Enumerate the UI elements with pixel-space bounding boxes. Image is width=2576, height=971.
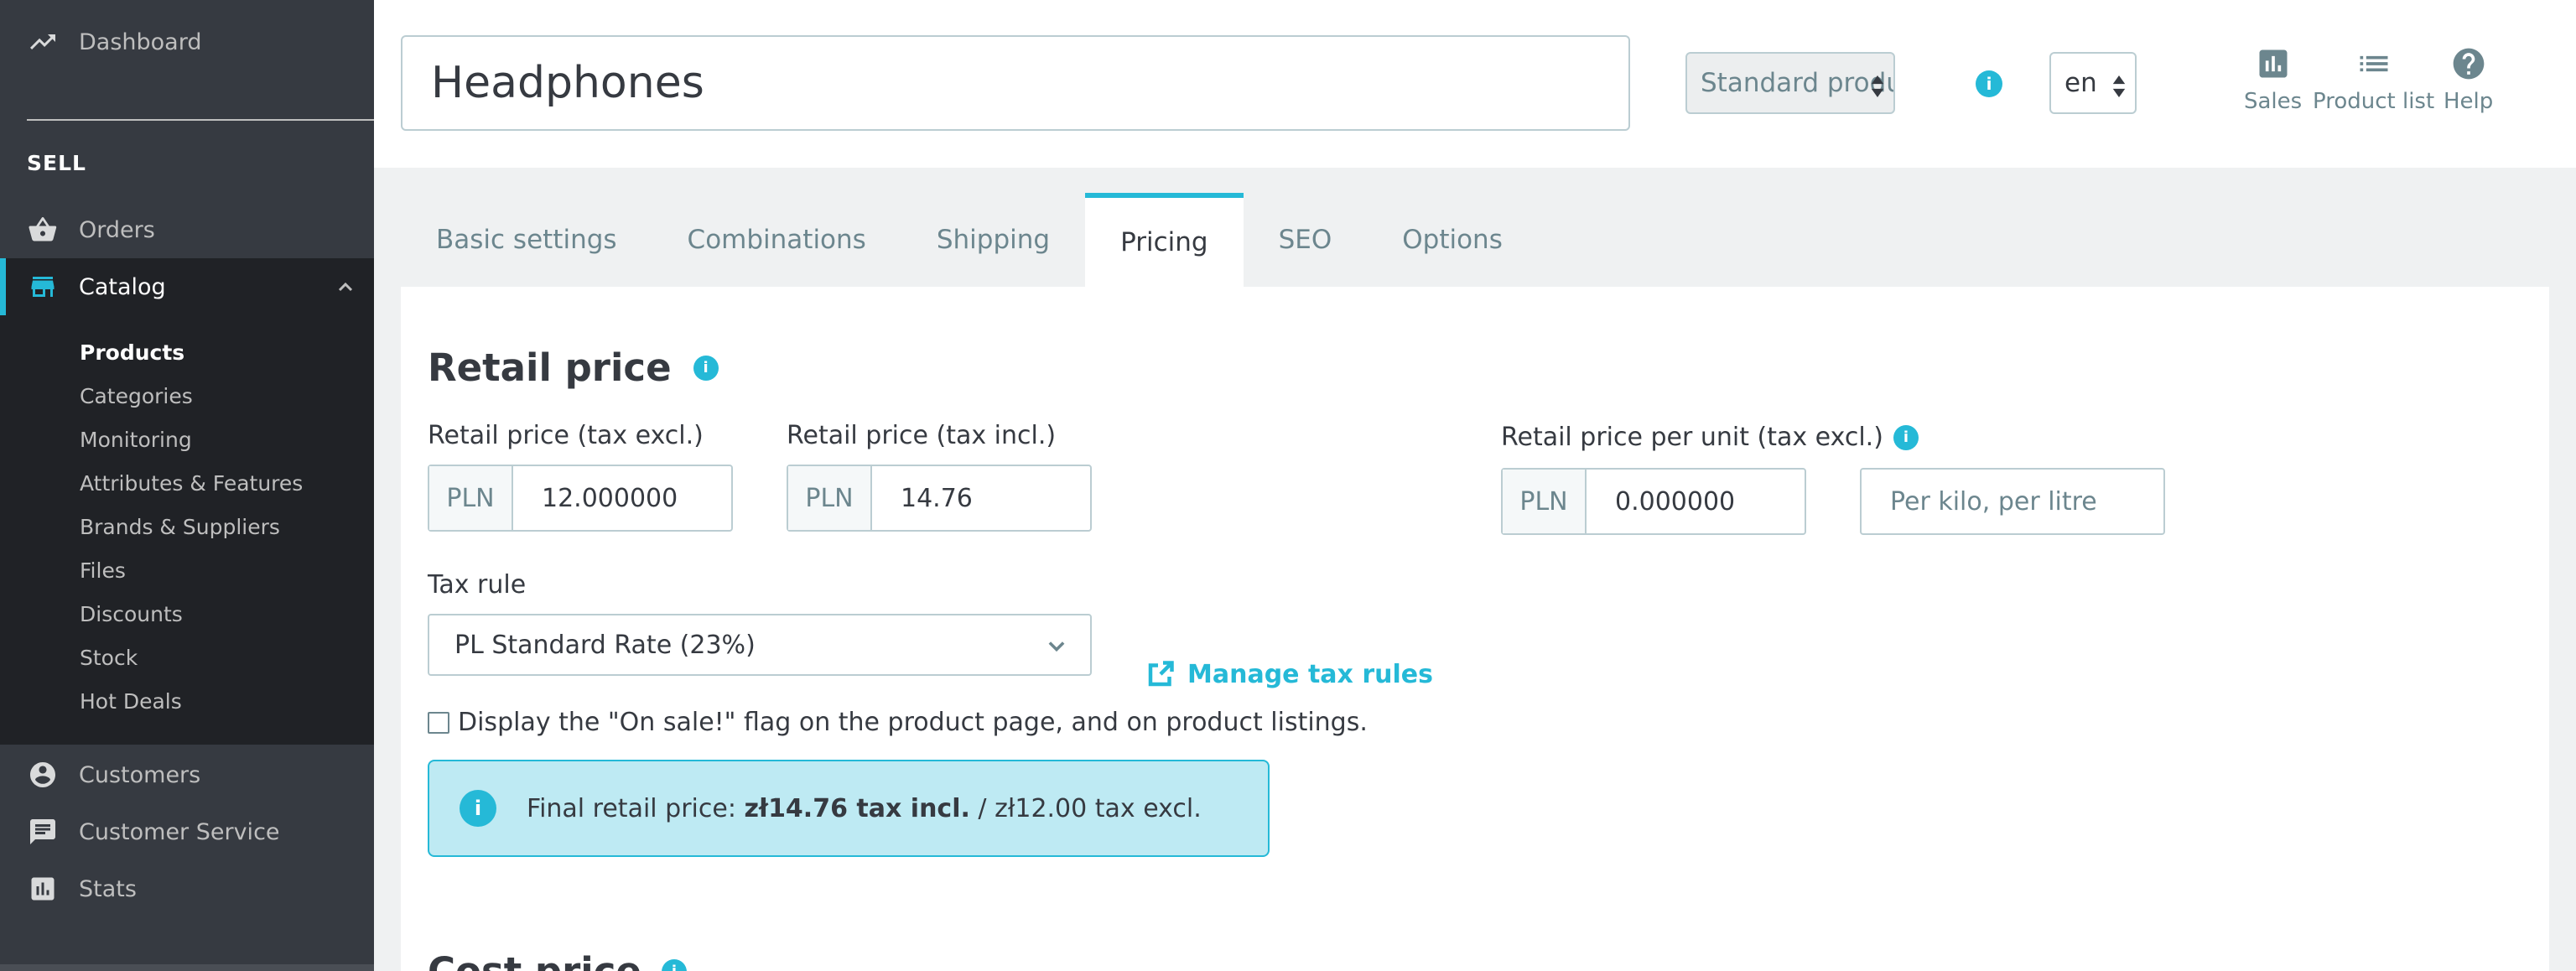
on-sale-checkbox-row[interactable]: Display the "On sale!" flag on the produ… [428, 708, 1368, 737]
final-price-excl: zł12.00 tax excl. [995, 793, 1202, 823]
sidebar-item-customer-service[interactable]: Customer Service [0, 810, 374, 854]
tab-options[interactable]: Options [1367, 193, 1538, 287]
tax-excl-input[interactable]: 12.000000 [513, 466, 731, 530]
sidebar-item-label: Orders [79, 216, 155, 243]
list-icon [2355, 45, 2392, 82]
product-tabs: Basic settings Combinations Shipping Pri… [401, 193, 1538, 287]
submenu-item-discounts[interactable]: Discounts [80, 602, 183, 626]
unit-input[interactable]: Per kilo, per litre [1860, 468, 2165, 535]
currency-addon: PLN [1503, 470, 1587, 533]
currency-addon: PLN [429, 466, 513, 530]
retail-price-heading: Retail price i [428, 345, 719, 390]
sidebar-item-catalog[interactable]: Catalog [0, 258, 374, 315]
sidebar-item-customers[interactable]: Customers [0, 753, 374, 797]
trending-up-icon [27, 26, 59, 58]
sidebar-item-label: Customers [79, 761, 201, 788]
info-icon[interactable]: i [1893, 424, 1919, 450]
per-unit-input[interactable]: 0.000000 [1587, 470, 1805, 533]
manage-tax-rules-label: Manage tax rules [1187, 659, 1433, 689]
cost-price-heading: Cost price i [428, 949, 687, 971]
select-arrows-icon [2111, 74, 2127, 104]
product-name-input[interactable]: Headphones [401, 35, 1630, 131]
account-circle-icon [27, 759, 59, 791]
sidebar-divider [27, 119, 374, 121]
per-unit-input-group[interactable]: PLN 0.000000 [1501, 468, 1806, 535]
external-link-icon [1148, 661, 1174, 687]
product-type-info-icon[interactable]: i [1976, 70, 2002, 97]
product-type-select[interactable]: Standard product [1685, 52, 1895, 114]
tax-rule-select[interactable]: PL Standard Rate (23%) [428, 614, 1092, 676]
tab-basic-settings[interactable]: Basic settings [401, 193, 652, 287]
sidebar-item-stats[interactable]: Stats [0, 867, 374, 911]
per-unit-label-row: Retail price per unit (tax excl.) i [1501, 423, 1919, 452]
cost-price-title: Cost price [428, 949, 641, 971]
submenu-item-monitoring[interactable]: Monitoring [80, 428, 192, 452]
pricing-panel: Retail price i Retail price (tax excl.) … [401, 287, 2549, 971]
bar-chart-icon [27, 873, 59, 905]
active-indicator [0, 258, 6, 315]
sidebar-item-label: Catalog [79, 273, 166, 300]
tax-excl-input-group[interactable]: PLN 12.000000 [428, 465, 733, 532]
help-button[interactable]: Help [2444, 45, 2493, 114]
sales-button[interactable]: Sales [2244, 45, 2302, 114]
tax-rule-value: PL Standard Rate (23%) [454, 630, 756, 660]
submenu-item-hot-deals[interactable]: Hot Deals [80, 689, 182, 714]
product-type-value: Standard product [1701, 68, 1893, 98]
currency-addon: PLN [788, 466, 872, 530]
sidebar-item-label: Dashboard [79, 29, 202, 55]
final-price-incl: zł14.76 tax incl. [744, 793, 970, 823]
tab-combinations[interactable]: Combinations [652, 193, 901, 287]
tab-seo[interactable]: SEO [1244, 193, 1368, 287]
product-header: Headphones Standard product i en Sales P… [374, 0, 2576, 168]
final-price-separator: / [969, 793, 995, 823]
info-icon[interactable]: i [661, 958, 687, 971]
help-label: Help [2444, 89, 2494, 114]
submenu-item-products[interactable]: Products [80, 340, 184, 365]
info-icon[interactable]: i [693, 355, 719, 381]
sidebar-item-dashboard[interactable]: Dashboard [0, 20, 374, 64]
tax-rule-label: Tax rule [428, 570, 527, 600]
retail-price-title: Retail price [428, 345, 672, 390]
sales-label: Sales [2244, 89, 2303, 114]
on-sale-checkbox[interactable] [428, 711, 449, 734]
info-icon: i [460, 790, 496, 827]
per-unit-label: Retail price per unit (tax excl.) [1501, 423, 1883, 452]
help-circle-icon [2450, 45, 2487, 82]
sidebar: Dashboard SELL Orders Catalog Products C… [0, 0, 374, 971]
language-value: en [2064, 68, 2097, 98]
sidebar-section-sell: SELL [27, 151, 86, 175]
bar-chart-icon [2255, 45, 2292, 82]
submenu-item-files[interactable]: Files [80, 558, 126, 583]
chat-icon [27, 816, 59, 848]
tax-incl-input[interactable]: 14.76 [872, 466, 1090, 530]
shopping-basket-icon [27, 214, 59, 246]
final-price-text: Final retail price: zł14.76 tax incl. / … [527, 794, 1202, 823]
final-price-alert: i Final retail price: zł14.76 tax incl. … [428, 760, 1270, 857]
store-icon [27, 271, 59, 303]
select-arrows-icon [1870, 74, 1885, 104]
manage-tax-rules-link[interactable]: Manage tax rules [1145, 659, 1433, 689]
sidebar-item-orders[interactable]: Orders [0, 208, 374, 252]
tab-pricing[interactable]: Pricing [1085, 193, 1244, 287]
tax-incl-label: Retail price (tax incl.) [787, 421, 1057, 450]
tab-shipping[interactable]: Shipping [901, 193, 1085, 287]
submenu-item-categories[interactable]: Categories [80, 384, 193, 408]
product-list-button[interactable]: Product list [2313, 45, 2434, 114]
language-select[interactable]: en [2049, 52, 2137, 114]
chevron-down-icon [1045, 634, 1068, 664]
submenu-item-attributes[interactable]: Attributes & Features [80, 471, 303, 496]
chevron-up-icon[interactable] [335, 277, 356, 297]
final-price-prefix: Final retail price: [527, 793, 745, 823]
catalog-submenu: Products Categories Monitoring Attribute… [0, 315, 374, 745]
submenu-item-brands[interactable]: Brands & Suppliers [80, 515, 280, 539]
tax-incl-input-group[interactable]: PLN 14.76 [787, 465, 1092, 532]
submenu-item-stock[interactable]: Stock [80, 646, 138, 670]
sidebar-bottom-edge [0, 964, 374, 971]
on-sale-label: Display the "On sale!" flag on the produ… [458, 708, 1368, 737]
sidebar-item-label: Customer Service [79, 818, 280, 845]
product-list-label: Product list [2313, 89, 2435, 114]
sidebar-item-label: Stats [79, 875, 137, 902]
tax-excl-label: Retail price (tax excl.) [428, 421, 704, 450]
